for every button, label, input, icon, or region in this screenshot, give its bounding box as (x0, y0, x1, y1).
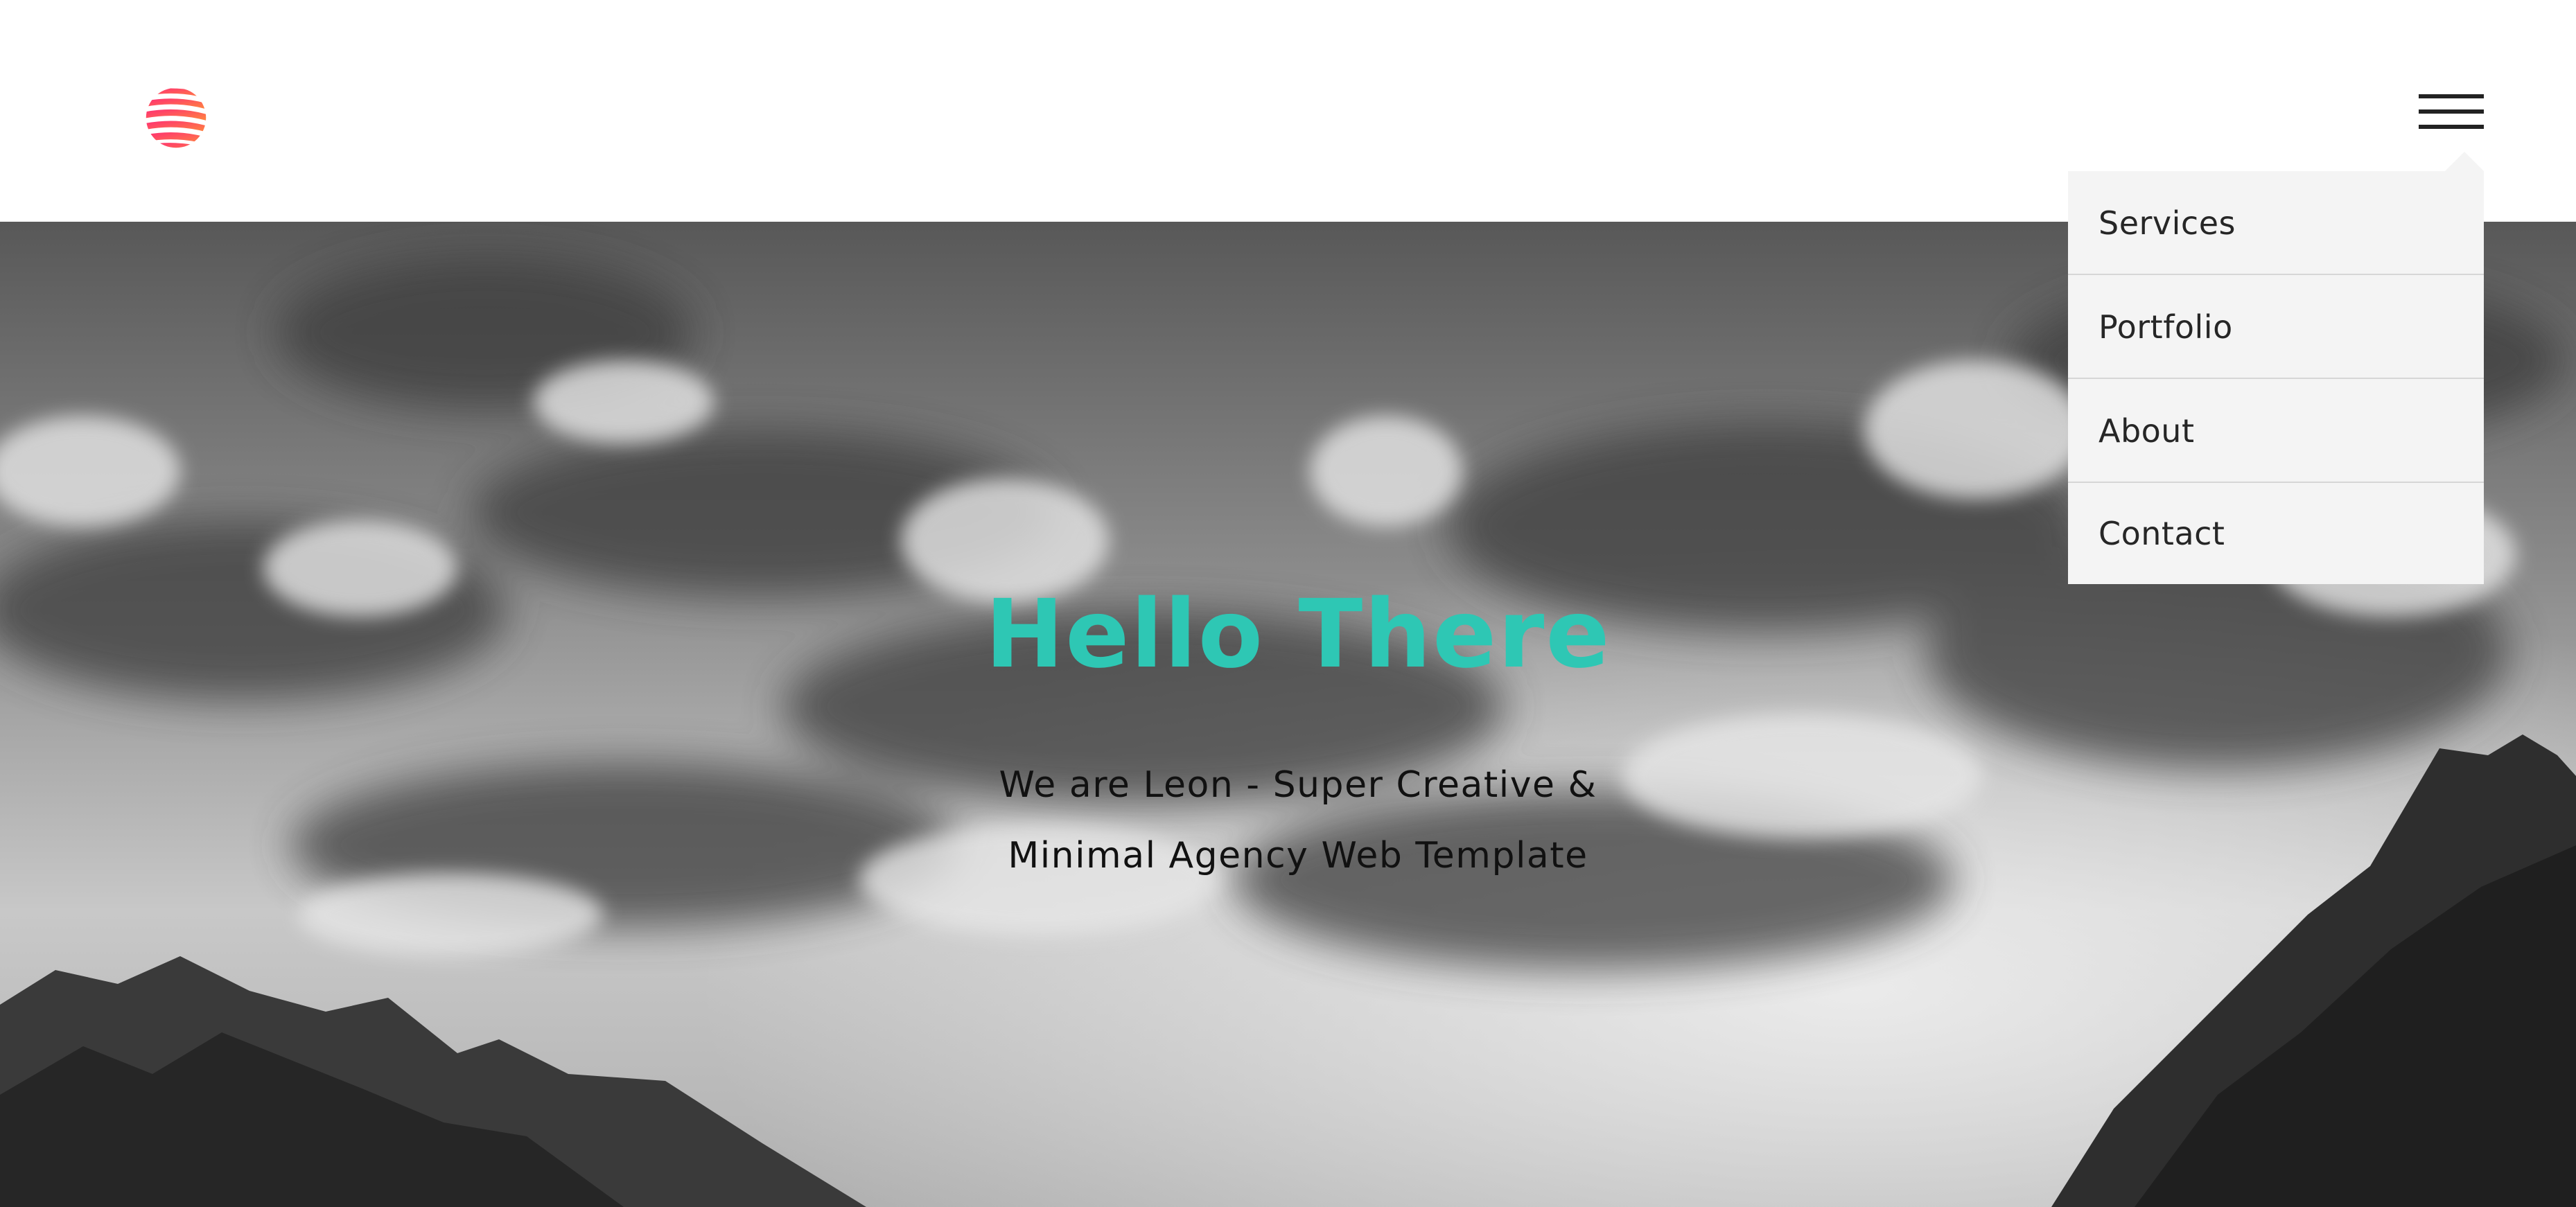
menu-item-about[interactable]: About (2068, 379, 2484, 483)
logo-icon[interactable] (143, 86, 209, 150)
menu-item-services[interactable]: Services (2068, 171, 2484, 275)
hero-subtitle-line-2: Minimal Agency Web Template (1008, 835, 1588, 876)
hero-subtitle-line-1: We are Leon - Super Creative & (999, 764, 1597, 806)
menu-item-contact[interactable]: Contact (2068, 483, 2484, 584)
menu-pointer-arrow (2445, 152, 2484, 171)
hamburger-menu-icon[interactable] (2419, 93, 2484, 132)
menu-item-portfolio[interactable]: Portfolio (2068, 275, 2484, 379)
menu-divider (2068, 274, 2484, 275)
menu-divider (2068, 482, 2484, 483)
hamburger-bar (2419, 125, 2484, 129)
hamburger-bar (2419, 94, 2484, 98)
menu-divider (2068, 378, 2484, 379)
nav-dropdown-menu: Services Portfolio About Contact (2068, 152, 2484, 584)
hamburger-bar (2419, 109, 2484, 114)
hero-title: Hello There (985, 580, 1611, 689)
